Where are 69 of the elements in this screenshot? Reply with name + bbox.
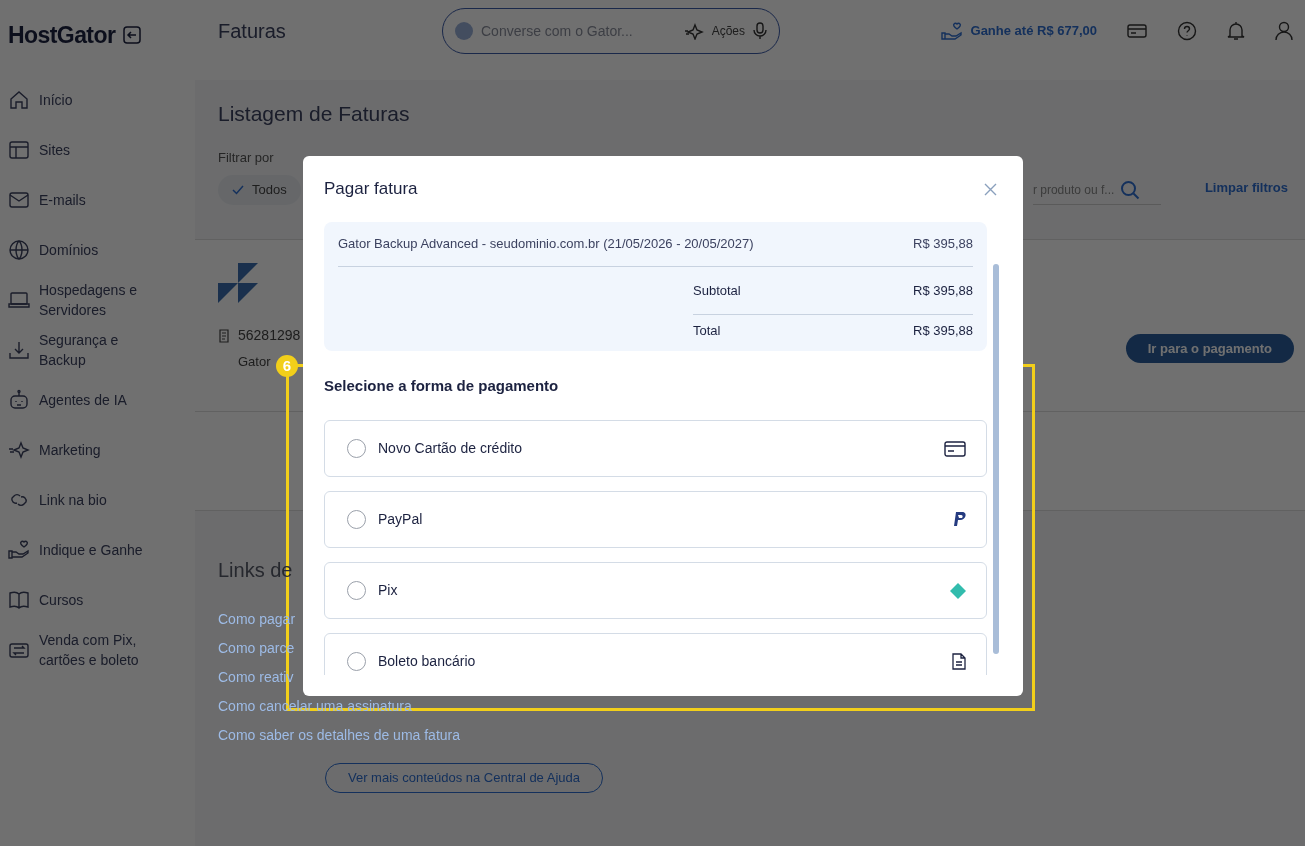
- close-icon[interactable]: [984, 182, 997, 196]
- invoice-product: Gator: [238, 353, 271, 371]
- option-label: Novo Cartão de crédito: [378, 439, 522, 458]
- sidebar-item[interactable]: Sites: [0, 130, 195, 170]
- sidebar-item[interactable]: E-mails: [0, 180, 195, 220]
- payment-option[interactable]: Pix: [324, 562, 987, 619]
- help-icon[interactable]: [1177, 21, 1197, 41]
- option-label: Pix: [378, 581, 398, 600]
- mail-icon: [8, 189, 30, 211]
- payment-option[interactable]: Novo Cartão de crédito: [324, 420, 987, 477]
- scrollbar-thumb[interactable]: [993, 264, 999, 654]
- section-heading: Listagem de Faturas: [218, 101, 411, 127]
- hand-heart-icon: [940, 21, 963, 41]
- sidebar-item[interactable]: Marketing: [0, 430, 195, 470]
- sidebar-item[interactable]: Agentes de IA: [0, 380, 195, 420]
- sidebar-item[interactable]: Hospedagens e Servidores: [0, 280, 195, 320]
- pix-icon: [950, 582, 966, 599]
- page-title: Faturas: [218, 19, 287, 44]
- notification-bell-icon[interactable]: [1227, 21, 1245, 41]
- clear-filters-link[interactable]: Limpar filtros: [1204, 177, 1288, 205]
- home-icon: [8, 89, 30, 111]
- option-label: Boleto bancário: [378, 652, 476, 671]
- total-value: R$ 395,88: [913, 322, 973, 340]
- sidebar-item[interactable]: Venda com Pix, cartões e boleto: [0, 630, 195, 670]
- sidebar-item[interactable]: Domínios: [0, 230, 195, 270]
- subtotal-label: Subtotal: [693, 281, 741, 300]
- search-icon[interactable]: [1120, 180, 1141, 200]
- laptop-icon: [8, 289, 30, 311]
- pay-button[interactable]: Ir para o pagamento: [1125, 333, 1294, 363]
- option-label: PayPal: [378, 510, 423, 529]
- paypal-icon: [953, 512, 966, 527]
- credit-card-icon: [944, 440, 966, 457]
- receipt-icon: [218, 328, 230, 343]
- layout-icon: [8, 139, 30, 161]
- sidebar-item[interactable]: Indique e Ganhe: [0, 530, 195, 570]
- referral-link[interactable]: Ganhe até R$ 677,00: [940, 21, 1097, 41]
- sidebar-item[interactable]: Cursos: [0, 580, 195, 620]
- payment-heading: Selecione a forma de pagamento: [324, 375, 560, 396]
- globe-icon: [8, 239, 30, 261]
- item-price: R$ 395,88: [913, 235, 973, 253]
- filter-chip[interactable]: Todos: [218, 175, 301, 205]
- sidebar-item[interactable]: Segurança e Backup: [0, 330, 195, 370]
- collapse-icon[interactable]: [123, 26, 142, 44]
- sidebar-item[interactable]: Link na bio: [0, 480, 195, 520]
- invoice-number: 56281298: [238, 326, 301, 345]
- logo-shapes-drawing: [218, 262, 260, 303]
- download-icon: [8, 339, 30, 361]
- user-icon[interactable]: [1275, 21, 1293, 41]
- sidebar-item[interactable]: Início: [0, 80, 195, 120]
- modal-title: Pagar fatura: [324, 178, 418, 201]
- subtotal-value: R$ 395,88: [913, 281, 973, 300]
- total-label: Total: [693, 322, 721, 340]
- actions-label[interactable]: Ações: [711, 22, 745, 40]
- sparkle-icon: [683, 22, 704, 40]
- hand-heart-icon: [8, 539, 30, 561]
- microphone-icon[interactable]: [753, 22, 767, 40]
- robot-icon: [8, 389, 30, 411]
- logo: HostGator: [8, 20, 116, 50]
- help-link[interactable]: Como saber os detalhes de uma fatura: [218, 727, 461, 743]
- credit-card-icon[interactable]: [1127, 23, 1147, 39]
- filter-label: Filtrar por: [218, 148, 275, 167]
- book-icon: [8, 589, 30, 611]
- sparkle-icon: [8, 439, 30, 461]
- payment-option[interactable]: PayPal: [324, 491, 987, 548]
- order-item: Gator Backup Advanced - seudominio.com.br (21/05/2026 - 20/05/2027): [338, 235, 754, 253]
- payment-option[interactable]: Boleto bancário: [324, 633, 987, 675]
- check-icon: [232, 185, 244, 195]
- gator-avatar-icon: [455, 22, 473, 40]
- document-icon: [952, 653, 966, 670]
